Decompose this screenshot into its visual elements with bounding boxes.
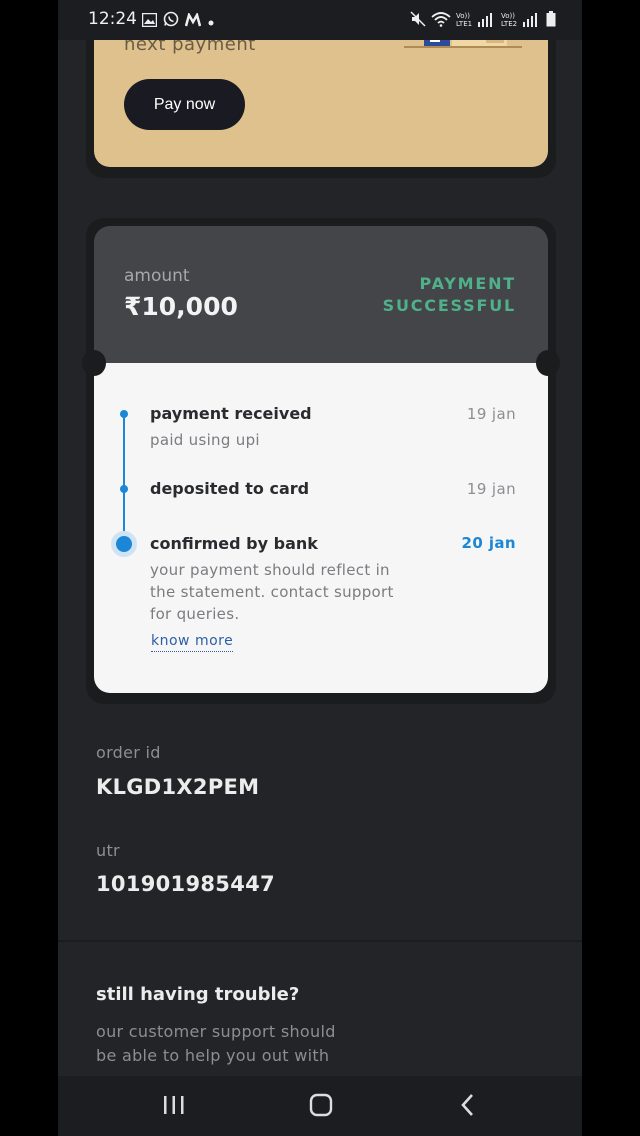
app-screen: 12:24 Vo)) LTE1 Vo)) LTE2 next payment P… [58, 0, 582, 1136]
amount-value: ₹10,000 [124, 292, 238, 321]
timeline-active-dot [116, 536, 132, 552]
support-text-line: our customer support should [96, 1022, 336, 1041]
status-time: 12:24 [88, 9, 137, 29]
home-button[interactable] [307, 1093, 335, 1121]
step-title: confirmed by bank [150, 534, 318, 553]
section-divider [58, 940, 582, 942]
payment-status-badge: PAYMENT SUCCESSFUL [356, 273, 516, 317]
payment-status-line2: SUCCESSFUL [382, 296, 516, 315]
utr-value: 101901985447 [96, 872, 275, 896]
notification-icons [141, 11, 215, 31]
pay-now-button[interactable]: Pay now [124, 79, 245, 130]
step-description-line: your payment should reflect in [150, 561, 390, 579]
timeline-dot [120, 485, 128, 493]
utr-label: utr [96, 841, 120, 860]
ticket-notch-right [536, 350, 560, 376]
svg-text:LTE1: LTE1 [456, 20, 472, 28]
step-date-active: 20 jan [461, 534, 516, 552]
timeline-line [123, 413, 125, 543]
svg-text:Vo)): Vo)) [501, 12, 515, 20]
battery-icon [546, 11, 556, 31]
dot-icon [207, 12, 215, 31]
navigation-bar [58, 1076, 582, 1136]
order-id-label: order id [96, 743, 161, 762]
step-title: deposited to card [150, 479, 310, 498]
back-icon [458, 1093, 478, 1121]
step-date: 19 jan [466, 405, 516, 423]
home-icon [309, 1093, 333, 1121]
mute-icon [410, 11, 426, 31]
system-icons: Vo)) LTE1 Vo)) LTE2 [410, 10, 556, 32]
know-more-link[interactable]: know more [151, 633, 234, 652]
m-app-icon [184, 11, 202, 31]
gallery-icon [141, 12, 158, 31]
step-description: your payment should reflect in the state… [150, 559, 394, 625]
svg-text:LTE2: LTE2 [501, 20, 517, 28]
recent-apps-button[interactable] [160, 1094, 188, 1120]
step-description-line: the statement. contact support [150, 583, 394, 601]
support-text-line: be able to help you out with [96, 1046, 330, 1065]
wifi-icon [431, 11, 451, 31]
timeline-dot [120, 410, 128, 418]
status-timeline: payment received paid using upi 19 jan d… [94, 363, 548, 693]
back-button[interactable] [454, 1094, 482, 1120]
signal-lte2-icon: Vo)) LTE2 [501, 10, 541, 32]
step-date: 19 jan [466, 480, 516, 498]
support-text: our customer support should be able to h… [96, 1020, 396, 1068]
step-description-line: for queries. [150, 605, 240, 623]
payment-card: next payment Pay now [94, 24, 548, 167]
payment-status-line1: PAYMENT [419, 274, 516, 293]
signal-lte1-icon: Vo)) LTE1 [456, 10, 496, 32]
amount-label: amount [124, 266, 190, 286]
svg-text:Vo)): Vo)) [456, 12, 470, 20]
whatsapp-icon [163, 11, 179, 31]
recent-apps-icon [162, 1094, 186, 1120]
step-subtitle: paid using upi [150, 431, 260, 449]
status-card-header: amount ₹10,000 PAYMENT SUCCESSFUL [94, 226, 548, 364]
support-title: still having trouble? [96, 984, 300, 1005]
status-bar: 12:24 Vo)) LTE1 Vo)) LTE2 [58, 0, 582, 40]
order-id-value: KLGD1X2PEM [96, 775, 260, 799]
ticket-notch-left [82, 350, 106, 376]
step-title: payment received [150, 404, 312, 423]
